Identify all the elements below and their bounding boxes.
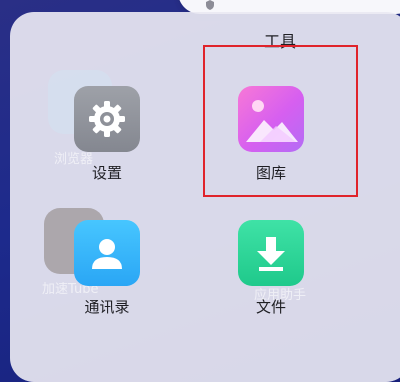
app-settings-label: 设置 bbox=[91, 164, 122, 182]
app-contacts-label: 通讯录 bbox=[84, 298, 130, 316]
shield-icon bbox=[204, 0, 218, 11]
app-contacts[interactable]: 通讯录 bbox=[57, 220, 157, 317]
app-files[interactable]: 文件 bbox=[221, 220, 321, 317]
app-settings[interactable]: 设置 bbox=[57, 86, 157, 183]
app-files-label: 文件 bbox=[255, 298, 286, 316]
gear-icon bbox=[74, 86, 140, 152]
contacts-icon bbox=[74, 220, 140, 286]
selection-highlight bbox=[203, 45, 358, 197]
download-icon bbox=[238, 220, 304, 286]
